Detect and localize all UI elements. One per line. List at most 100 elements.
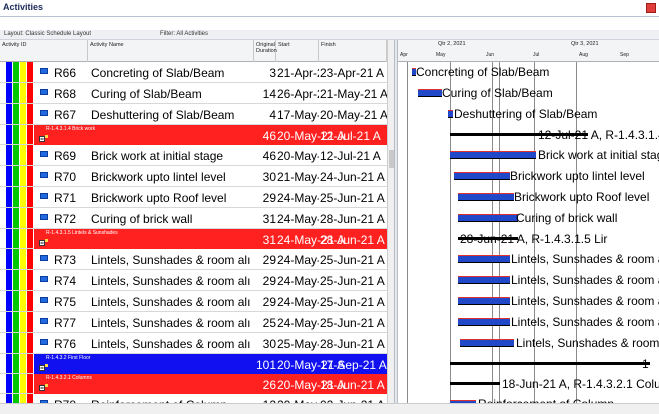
gantt-bar-label: Concreting of Slab/Beam <box>416 65 550 79</box>
gantt-activity-bar[interactable] <box>458 318 510 326</box>
gantt-bar-label: Brickwork upto Roof level <box>514 190 650 204</box>
activity-row[interactable]: R70 Brickwork upto lintel level 3021-May-2… <box>0 166 398 187</box>
col-start[interactable]: Start <box>276 40 319 62</box>
gantt-bar-label: 1 <box>642 357 649 371</box>
activity-dur: 3 <box>269 66 276 80</box>
activity-start: 24-May-21 A <box>277 212 319 226</box>
activity-row[interactable]: R77 Lintels, Sunshades & room alı 25 24-May… <box>0 312 398 333</box>
gantt-activity-bar[interactable] <box>418 89 442 97</box>
activity-id: R77 <box>54 316 77 330</box>
gantt-bar-label: Lintels, Sunshades & room a <box>511 252 659 266</box>
activity-finish: 12-Jul-21 A <box>320 149 381 163</box>
gantt-activity-bar[interactable] <box>458 214 518 222</box>
activity-type-icon <box>40 151 48 157</box>
gantt-bar-label: Lintels, Sunshades & room a <box>511 315 659 329</box>
gantt-bar-label: Lintels, Sunshades & room a <box>511 273 659 287</box>
activity-name: Brickwork upto Roof level <box>91 191 227 205</box>
activity-type-icon <box>40 255 48 261</box>
activity-id: R67 <box>54 108 77 122</box>
title-bar: Activities <box>0 0 659 17</box>
activity-row[interactable]: R75 Lintels, Sunshades & room alı 29 24-May… <box>0 291 398 312</box>
activity-start: 25-May-21 A <box>277 337 319 351</box>
activity-row[interactable]: R67 Deshuttering of Slab/Beam 417-May-21 A… <box>0 104 398 125</box>
collapse-icon[interactable] <box>39 235 49 246</box>
activities-window: Activities Layout: Classic Schedule Layo… <box>0 0 659 414</box>
gantt-summary-bar[interactable] <box>450 382 500 385</box>
wbs-start: 20-May-21 A <box>277 378 346 392</box>
gantt-summary-bar[interactable] <box>450 362 650 365</box>
gantt-bar-label: Curing of Slab/Beam <box>442 86 553 100</box>
col-activity-id[interactable]: Activity ID <box>0 40 88 62</box>
activity-row[interactable]: R69 Brick work at initial stage 4620-May-2… <box>0 145 398 166</box>
timescale-quarter: Qtr 2, 2021 <box>438 41 466 47</box>
activity-row[interactable]: R76 Lintels, Sunshades & room alı 30 25-May… <box>0 333 398 354</box>
activity-start: 24-May-21 A <box>277 316 319 330</box>
gantt-activity-bar[interactable] <box>448 110 453 118</box>
close-icon[interactable] <box>646 3 656 13</box>
horizontal-scrollbar[interactable] <box>0 403 659 414</box>
activity-type-icon <box>40 297 48 303</box>
activity-name: Curing of brick wall <box>91 212 193 226</box>
gantt-activity-bar[interactable] <box>458 255 510 263</box>
collapse-icon[interactable] <box>39 380 49 391</box>
vertical-scrollbar[interactable] <box>387 40 394 403</box>
wbs-label: R-1.4.3.2.1 Columns <box>46 375 92 381</box>
gantt-activity-bar[interactable] <box>458 297 510 305</box>
activity-dur: 29 <box>262 274 276 288</box>
activity-start: 24-May-21 A <box>277 295 319 309</box>
gantt-activity-bar[interactable] <box>450 151 536 159</box>
activity-finish: 21-May-21 A <box>320 87 388 101</box>
wbs-label: R-1.4.3.2 First Floor <box>46 355 91 361</box>
activity-finish: 25-Jun-21 A <box>320 274 385 288</box>
gantt-activity-bar[interactable] <box>454 172 510 180</box>
activity-row[interactable]: R78Reinforcement of Column1220-May-21 A0… <box>0 394 398 403</box>
activity-dur: 29 <box>262 191 276 205</box>
gantt-bar-label: 28-Jun-21 A, R-1.4.3.1.5 Lir <box>460 232 608 246</box>
gantt-bar-label: Deshuttering of Slab/Beam <box>454 107 598 121</box>
wbs-dur: 26 <box>262 378 276 392</box>
wbs-row[interactable]: R-1.4.3.1.4 Brick work 46 20-May-21 A 12-Ju… <box>0 125 398 145</box>
activity-row[interactable]: R66 Concreting of Slab/Beam 321-Apr-21 A23… <box>0 62 398 83</box>
activity-row[interactable]: R68 Curing of Slab/Beam 1426-Apr-21 A21-Ma… <box>0 83 398 104</box>
activity-start: 24-May-21 A <box>277 274 319 288</box>
wbs-row[interactable]: R-1.4.3.1.5 Lintels & Sunshades 31 24-May-… <box>0 229 398 249</box>
wbs-start: 20-May-21 A <box>277 129 346 143</box>
gantt-bar-label: Lintels, Sunshades & room a <box>511 294 659 308</box>
activity-type-icon <box>40 214 48 220</box>
gantt-bar-label: Lintels, Sunshades & room <box>516 336 659 350</box>
activity-row[interactable]: R74 Lintels, Sunshades & room alı 29 24-May… <box>0 270 398 291</box>
activity-type-icon <box>40 318 48 324</box>
wbs-row[interactable]: R-1.4.3.2 First Floor 101 20-May-21 A 17-Se… <box>0 354 398 374</box>
col-original-duration[interactable]: Original Duration <box>254 40 277 62</box>
wbs-dur: 101 <box>255 358 276 372</box>
gantt-activity-bar[interactable] <box>458 276 510 284</box>
gantt-activity-bar[interactable] <box>460 339 514 347</box>
activity-id: R69 <box>54 149 77 163</box>
activity-dur: 29 <box>262 295 276 309</box>
wbs-dur: 46 <box>262 129 276 143</box>
wbs-row[interactable]: R-1.4.3.2.1 Columns 26 20-May-21 A 18-Jun-2… <box>0 374 398 394</box>
activity-id: R70 <box>54 170 77 184</box>
activity-row[interactable]: R73 Lintels, Sunshades & room alı 29 24-May… <box>0 249 398 270</box>
activity-type-icon <box>40 89 48 95</box>
activity-row[interactable]: R72 Curing of brick wall 3124-May-21 A28-J… <box>0 208 398 229</box>
layout-toolbar: Layout: Classic Schedule Layout Filter: … <box>0 30 659 40</box>
column-header: Activity ID Activity Name Original Durat… <box>0 40 398 62</box>
activity-dur: 14 <box>262 87 276 101</box>
timescale-month: Jun <box>486 52 495 58</box>
activity-row[interactable]: R71 Brickwork upto Roof level 2924-May-21 … <box>0 187 398 208</box>
filter-label[interactable]: Filter: All Activities <box>160 31 208 37</box>
gantt-gridline <box>407 62 408 403</box>
layout-selector[interactable]: Layout: Classic Schedule Layout <box>4 31 91 37</box>
gantt-timescale: Qtr 2, 2021 Qtr 3, 2021 Apr May Jun Jul Aug Sep <box>398 40 659 62</box>
gantt-activity-bar[interactable] <box>458 193 514 201</box>
collapse-icon[interactable] <box>39 131 49 142</box>
collapse-icon[interactable] <box>39 360 49 371</box>
wbs-start: 20-May-21 A <box>277 358 346 372</box>
col-finish[interactable]: Finish <box>319 40 387 62</box>
col-activity-name[interactable]: Activity Name <box>88 40 254 62</box>
activity-start: 21-May-21 A <box>277 170 319 184</box>
wbs-label: R-1.4.3.1.5 Lintels & Sunshades <box>46 230 118 236</box>
activity-dur: 30 <box>262 170 276 184</box>
wbs-finish: 17-Sep-21 A <box>320 358 387 372</box>
